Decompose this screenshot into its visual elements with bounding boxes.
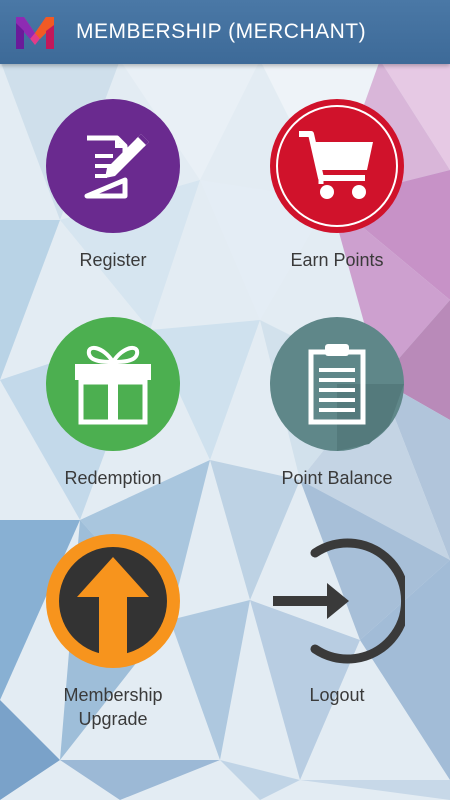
- app-screen: MEMBERSHIP (MERCHANT) Register Earn Poin…: [0, 0, 450, 800]
- register-label: Register: [79, 250, 147, 270]
- m-logo-icon: [16, 17, 54, 49]
- arrow-up-icon: [46, 534, 180, 668]
- gift-icon: [46, 317, 180, 451]
- logout-button[interactable]: Logout: [237, 533, 437, 707]
- edit-document-icon: [46, 99, 180, 233]
- clipboard-icon: [270, 317, 404, 451]
- membership-upgrade-label-line2: Upgrade: [78, 709, 148, 729]
- membership-upgrade-label-line1: Membership: [63, 685, 163, 705]
- membership-upgrade-button[interactable]: Membership Upgrade: [13, 533, 213, 731]
- earn-points-label: Earn Points: [290, 250, 384, 270]
- redemption-label: Redemption: [64, 468, 162, 488]
- logout-icon: [273, 538, 405, 664]
- point-balance-button[interactable]: Point Balance: [237, 316, 437, 490]
- register-button[interactable]: Register: [13, 98, 213, 272]
- shopping-cart-icon: [270, 99, 404, 233]
- page-title: MEMBERSHIP (MERCHANT): [76, 20, 367, 43]
- logout-label: Logout: [309, 685, 365, 705]
- app-bar: MEMBERSHIP (MERCHANT): [0, 0, 450, 64]
- earn-points-button[interactable]: Earn Points: [237, 98, 437, 272]
- redemption-button[interactable]: Redemption: [13, 316, 213, 490]
- point-balance-label: Point Balance: [281, 468, 393, 488]
